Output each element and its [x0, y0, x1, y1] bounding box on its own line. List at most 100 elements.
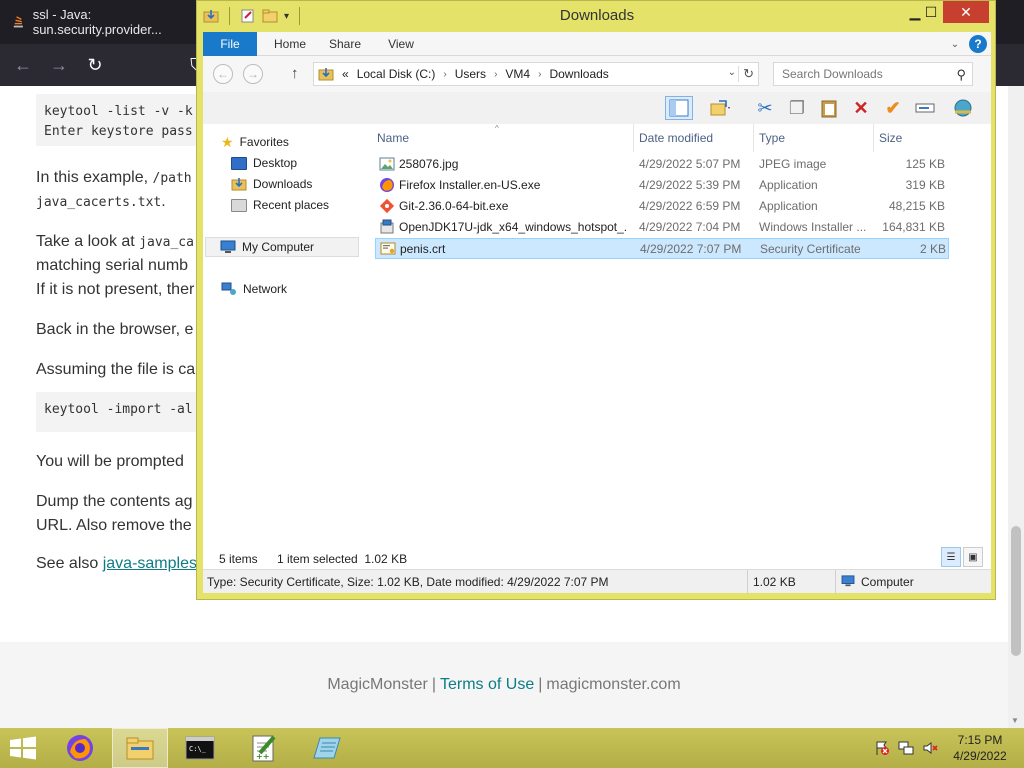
nav-network[interactable]: Network [221, 279, 287, 299]
taskbar-notepad-plus[interactable]: ++ [236, 728, 292, 768]
clock-time: 7:15 PM [957, 733, 1003, 747]
taskbar-command-prompt[interactable]: C:\_ [172, 728, 228, 768]
item-count: 5 items [219, 552, 258, 566]
tab-home[interactable]: Home [267, 32, 313, 56]
scroll-down-icon[interactable]: ▼ [1011, 716, 1019, 725]
file-row-selected[interactable]: penis.crt 4/29/2022 7:07 PM Security Cer… [375, 238, 949, 259]
paragraph: Assuming the file is ca [36, 361, 196, 378]
customize-toolbar-icon[interactable]: ▾ [284, 11, 289, 22]
java-samples-link[interactable]: java-samples [103, 555, 197, 572]
nav-recent-places[interactable]: Recent places [231, 195, 329, 215]
code-line: Enter keystore pass [44, 124, 193, 139]
file-row[interactable]: 258076.jpg 4/29/2022 5:07 PM JPEG image … [375, 154, 949, 175]
reload-icon[interactable]: ↻ [82, 52, 108, 78]
nav-label: Desktop [253, 156, 298, 170]
network-globe-icon[interactable] [949, 96, 977, 120]
file-row[interactable]: Firefox Installer.en-US.exe 4/29/2022 5:… [375, 175, 949, 196]
flag-warning-icon[interactable] [874, 740, 890, 756]
command-bar: ✂ ❐ ✕ ✔ [203, 92, 991, 124]
breadcrumb-item[interactable]: Downloads [549, 67, 608, 81]
forward-icon[interactable]: → [243, 64, 263, 84]
nav-favorites[interactable]: ★ Favorites [221, 132, 289, 152]
inline-code: java_cacerts.txt [36, 195, 162, 210]
breadcrumb-item[interactable]: Local Disk (C:) [357, 67, 436, 81]
taskbar: C:\_ ++ 7:15 PM 4/29/2022 [0, 728, 1024, 768]
column-divider[interactable] [873, 124, 874, 152]
breadcrumb-overflow[interactable]: « [342, 67, 349, 81]
taskbar-file-explorer[interactable] [112, 728, 168, 768]
tab-view[interactable]: View [383, 32, 419, 56]
breadcrumb-separator-icon[interactable]: › [538, 69, 541, 80]
up-icon[interactable]: ↑ [291, 65, 299, 82]
terms-of-use-link[interactable]: Terms of Use [440, 676, 534, 694]
search-input[interactable]: Search Downloads ⚲ [773, 62, 973, 86]
copy-icon[interactable]: ❐ [783, 96, 811, 120]
forward-icon[interactable]: → [46, 52, 72, 78]
volume-muted-icon[interactable] [922, 740, 938, 756]
column-header-date[interactable]: Date modified [639, 128, 713, 148]
file-name: Git-2.36.0-64-bit.exe [399, 199, 509, 213]
browser-tab[interactable]: ssl - Java: sun.security.provider... [6, 4, 206, 40]
file-explorer-icon [126, 737, 154, 760]
nav-desktop[interactable]: Desktop [231, 153, 297, 173]
maximize-icon[interactable]: ☐ [919, 1, 943, 23]
checkmark-icon[interactable]: ✔ [879, 96, 907, 120]
taskbar-notepad[interactable] [298, 728, 354, 768]
refresh-icon[interactable]: ↻ [738, 66, 754, 82]
tab-file[interactable]: File [203, 32, 257, 56]
new-folder-icon[interactable] [262, 8, 278, 24]
footer-separator: | [538, 676, 543, 693]
file-row[interactable]: Git-2.36.0-64-bit.exe 4/29/2022 6:59 PM … [375, 196, 949, 217]
nav-my-computer[interactable]: My Computer [205, 237, 359, 257]
recent-places-icon [231, 198, 247, 212]
breadcrumb-separator-icon[interactable]: › [494, 69, 497, 80]
back-icon[interactable]: ← [213, 64, 233, 84]
close-icon[interactable]: ✕ [943, 1, 989, 23]
rename-icon[interactable] [911, 96, 939, 120]
expand-ribbon-icon[interactable]: ⌄ [947, 32, 963, 56]
breadcrumb-item[interactable]: VM4 [505, 67, 530, 81]
browser-tab-title: ssl - Java: sun.security.provider... [32, 7, 162, 37]
file-type: Security Certificate [760, 242, 861, 256]
breadcrumb-separator-icon[interactable]: › [443, 69, 446, 80]
details-view-icon[interactable]: ☰ [941, 547, 961, 567]
large-icons-view-icon[interactable]: ▣ [963, 547, 983, 567]
scrollbar-thumb[interactable] [1011, 526, 1021, 656]
file-size: 2 KB [919, 242, 946, 256]
breadcrumb-item[interactable]: Users [455, 67, 486, 81]
title-bar[interactable]: ▾ Downloads ▁ ☐ ✕ [197, 1, 995, 31]
clock-date: 4/29/2022 [953, 749, 1007, 763]
tab-share[interactable]: Share [323, 32, 367, 56]
column-header-type[interactable]: Type [759, 128, 785, 148]
search-icon[interactable]: ⚲ [956, 67, 966, 83]
computer-icon [220, 240, 236, 253]
column-header-size[interactable]: Size [879, 128, 902, 148]
taskbar-firefox[interactable] [52, 728, 108, 768]
help-icon[interactable]: ? [969, 35, 987, 53]
address-bar[interactable]: « Local Disk (C:) › Users › VM4 › Downlo… [313, 62, 759, 86]
system-clock[interactable]: 7:15 PM 4/29/2022 [946, 732, 1014, 764]
page-scrollbar[interactable]: ▼ [1008, 86, 1024, 728]
column-divider[interactable] [633, 124, 634, 152]
code-line: keytool -list -v -k [44, 104, 193, 119]
folder-down-icon[interactable] [203, 8, 219, 24]
installer-icon [380, 219, 394, 234]
paragraph: You will be prompted [36, 453, 184, 470]
cut-icon[interactable]: ✂ [751, 96, 779, 120]
file-row[interactable]: OpenJDK17U-jdk_x64_windows_hotspot_... 4… [375, 217, 949, 238]
move-to-folder-icon[interactable] [703, 96, 739, 120]
desktop-icon [231, 156, 247, 170]
windows-start-icon[interactable] [8, 736, 38, 760]
network-tray-icon[interactable] [898, 740, 914, 756]
preview-pane-icon[interactable] [665, 96, 693, 120]
properties-icon[interactable] [240, 8, 256, 24]
column-divider[interactable] [753, 124, 754, 152]
address-dropdown-icon[interactable]: ⌄ [728, 67, 736, 78]
nav-downloads[interactable]: Downloads [231, 174, 312, 194]
paste-icon[interactable] [815, 96, 843, 120]
paragraph: java_cacerts.txt. [36, 190, 166, 215]
back-icon[interactable]: ← [10, 52, 36, 78]
quick-access-toolbar: ▾ [203, 5, 304, 27]
delete-icon[interactable]: ✕ [847, 96, 875, 120]
column-header-name[interactable]: Name [377, 128, 409, 148]
